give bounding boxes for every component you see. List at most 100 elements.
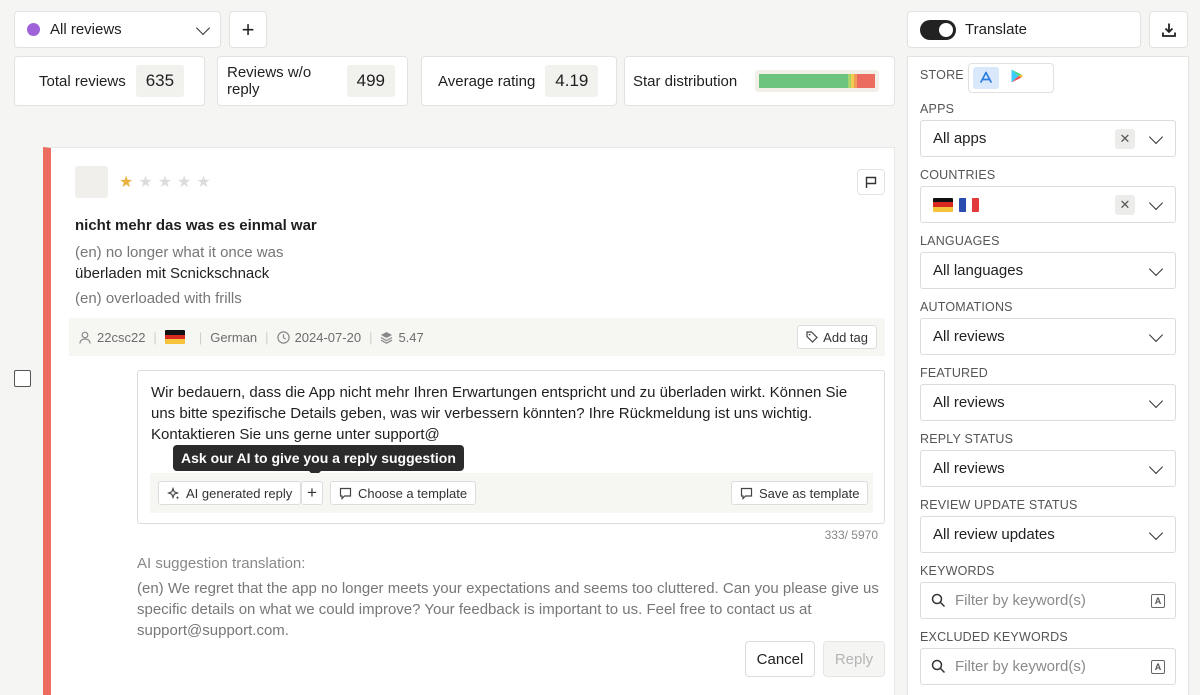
featured-label: FEATURED: [920, 366, 989, 380]
average-rating-stat: Average rating 4.19: [421, 56, 617, 106]
clock-icon: [276, 330, 290, 344]
keywords-label: KEYWORDS: [920, 564, 995, 578]
translate-label: Translate: [965, 21, 1027, 38]
star-distribution-label: Star distribution: [633, 72, 738, 90]
meta-divider: |: [198, 329, 203, 345]
dist-segment-1: [857, 74, 876, 88]
ai-generated-reply-label: AI generated reply: [186, 485, 293, 501]
total-reviews-stat: Total reviews 635: [14, 56, 205, 106]
reply-status-select[interactable]: All reviews: [920, 450, 1176, 487]
germany-flag-icon: [164, 330, 185, 344]
countries-label: COUNTRIES: [920, 168, 996, 182]
cancel-button[interactable]: Cancel: [745, 641, 815, 677]
automations-select-value: All reviews: [933, 328, 1005, 345]
reply-text[interactable]: Wir bedauern, dass die App nicht mehr Ih…: [151, 382, 871, 445]
search-icon: [931, 659, 946, 674]
review-card: ★ ★ ★ ★ ★ nicht mehr das was es einmal w…: [43, 147, 895, 695]
chevron-down-icon: [1148, 129, 1164, 145]
review-update-status-select[interactable]: All review updates: [920, 516, 1176, 553]
ai-suggestion-tooltip: Ask our AI to give you a reply suggestio…: [173, 445, 464, 477]
chevron-down-icon: [1148, 525, 1164, 541]
review-body: überladen mit Scnickschnack: [75, 265, 270, 282]
add-tag-label: Add tag: [823, 329, 868, 345]
clear-icon[interactable]: ✕: [1115, 195, 1135, 215]
chevron-down-icon: [195, 20, 211, 36]
keywords-input[interactable]: Filter by keyword(s) A: [920, 582, 1176, 619]
apps-select-value: All apps: [933, 130, 987, 147]
chevron-down-icon: [1148, 459, 1164, 475]
meta-divider: |: [369, 329, 373, 345]
review-date: 2024-07-20: [294, 329, 362, 345]
sparkle-icon: [167, 486, 180, 499]
review-language: German: [210, 329, 258, 345]
star-icon: ★: [119, 174, 134, 191]
save-as-template-button[interactable]: Save as template: [731, 481, 869, 505]
review-update-status-label: REVIEW UPDATE STATUS: [920, 498, 1078, 512]
review-user: 22csc22: [97, 329, 146, 345]
chevron-down-icon: [1148, 195, 1164, 211]
reply-textarea[interactable]: Wir bedauern, dass die App nicht mehr Ih…: [137, 370, 885, 524]
message-icon: [339, 487, 352, 500]
review-view-select[interactable]: All reviews: [14, 11, 221, 48]
star-distribution-bar: [755, 70, 880, 92]
total-reviews-label: Total reviews: [39, 72, 126, 90]
languages-label: LANGUAGES: [920, 234, 1000, 248]
ai-translation-text: (en) We regret that the app no longer me…: [137, 580, 879, 639]
clear-icon[interactable]: ✕: [1115, 129, 1135, 149]
reply-button[interactable]: Reply: [823, 641, 885, 677]
store-label: STORE: [920, 68, 964, 82]
review-select-checkbox[interactable]: [14, 370, 31, 387]
reviews-without-reply-value: 499: [346, 65, 395, 97]
google-play-icon[interactable]: [1009, 68, 1025, 89]
reply-status-label: REPLY STATUS: [920, 432, 1014, 446]
review-title-translation: (en) no longer what it once was: [75, 244, 284, 261]
star-icon: ★: [138, 174, 153, 191]
download-icon: [1161, 23, 1176, 37]
add-tag-button[interactable]: Add tag: [797, 325, 877, 349]
review-meta-bar: 22csc22 | | German | 2024-07-20 | 5.47 A…: [69, 318, 885, 356]
translate-toggle[interactable]: Translate: [907, 11, 1141, 48]
dist-segment-5: [759, 74, 848, 88]
choose-template-label: Choose a template: [358, 485, 468, 501]
reviews-without-reply-label: Reviews w/o reply: [227, 64, 312, 98]
excluded-keywords-input[interactable]: Filter by keyword(s) A: [920, 648, 1176, 685]
apps-select[interactable]: All apps ✕: [920, 120, 1176, 157]
message-icon: [740, 487, 753, 500]
ai-reply-options-button[interactable]: +: [301, 481, 323, 505]
app-avatar: [75, 166, 108, 198]
meta-divider: |: [153, 329, 157, 345]
france-flag-icon: [959, 197, 979, 212]
reply-status-select-value: All reviews: [933, 460, 1005, 477]
star-icon: ★: [157, 174, 173, 191]
user-icon: [79, 331, 91, 344]
character-count: 333/ 5970: [824, 528, 878, 542]
total-reviews-value: 635: [135, 65, 185, 97]
average-rating-label: Average rating: [438, 72, 536, 90]
app-store-icon[interactable]: [973, 67, 999, 89]
save-as-template-label: Save as template: [759, 485, 860, 501]
keyboard-icon: A: [1151, 660, 1165, 674]
star-icon: ★: [177, 174, 192, 191]
report-flag-button[interactable]: [857, 169, 885, 195]
download-button[interactable]: [1149, 11, 1188, 48]
ai-generated-reply-button[interactable]: AI generated reply: [158, 481, 302, 505]
countries-select[interactable]: ✕: [920, 186, 1176, 223]
toggle-switch[interactable]: [920, 19, 956, 40]
filters-panel: STORE APPS All apps ✕ COUNTRIES ✕ LANGUA…: [907, 56, 1189, 695]
excluded-keywords-label: EXCLUDED KEYWORDS: [920, 630, 1068, 644]
languages-select[interactable]: All languages: [920, 252, 1176, 289]
ai-translation-label: AI suggestion translation:: [137, 555, 306, 572]
automations-select[interactable]: All reviews: [920, 318, 1176, 355]
add-view-button[interactable]: +: [229, 11, 267, 48]
layers-icon: [381, 331, 393, 344]
flag-icon: [865, 176, 877, 188]
featured-select[interactable]: All reviews: [920, 384, 1176, 421]
germany-flag-icon: [933, 197, 953, 212]
review-title: nicht mehr das was es einmal war: [75, 217, 317, 234]
store-selector[interactable]: [968, 63, 1054, 93]
chevron-down-icon: [1148, 393, 1164, 409]
app-version: 5.47: [398, 329, 424, 345]
choose-template-button[interactable]: Choose a template: [330, 481, 477, 505]
tag-icon: [806, 331, 819, 343]
automations-label: AUTOMATIONS: [920, 300, 1013, 314]
